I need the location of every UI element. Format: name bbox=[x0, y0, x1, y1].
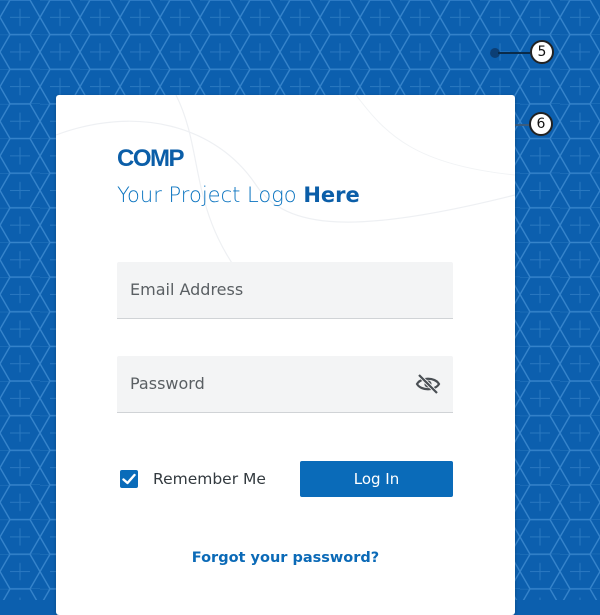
logo-tagline-emphasis: Here bbox=[303, 183, 360, 207]
password-field[interactable]: Password bbox=[117, 356, 453, 413]
password-placeholder: Password bbox=[130, 374, 205, 393]
logo-tagline-text: Your Project Logo bbox=[117, 183, 304, 207]
login-button[interactable]: Log In bbox=[300, 461, 453, 497]
callout-leader-line bbox=[498, 52, 530, 54]
forgot-password-link[interactable]: Forgot your password? bbox=[56, 550, 515, 566]
remember-me-label: Remember Me bbox=[153, 470, 266, 488]
logo-wordmark: COMP bbox=[117, 145, 185, 172]
callout-number: 6 bbox=[529, 112, 553, 136]
email-field[interactable]: Email Address bbox=[117, 262, 453, 319]
eye-slash-icon[interactable] bbox=[415, 372, 441, 396]
login-card: COMP Your Project Logo Here Email Addres… bbox=[56, 95, 515, 615]
email-placeholder: Email Address bbox=[130, 280, 244, 299]
logo-tagline: Your Project Logo Here bbox=[117, 183, 360, 207]
checkmark-icon bbox=[122, 473, 136, 485]
remember-me-checkbox[interactable] bbox=[120, 470, 138, 488]
callout-number: 5 bbox=[530, 40, 554, 64]
